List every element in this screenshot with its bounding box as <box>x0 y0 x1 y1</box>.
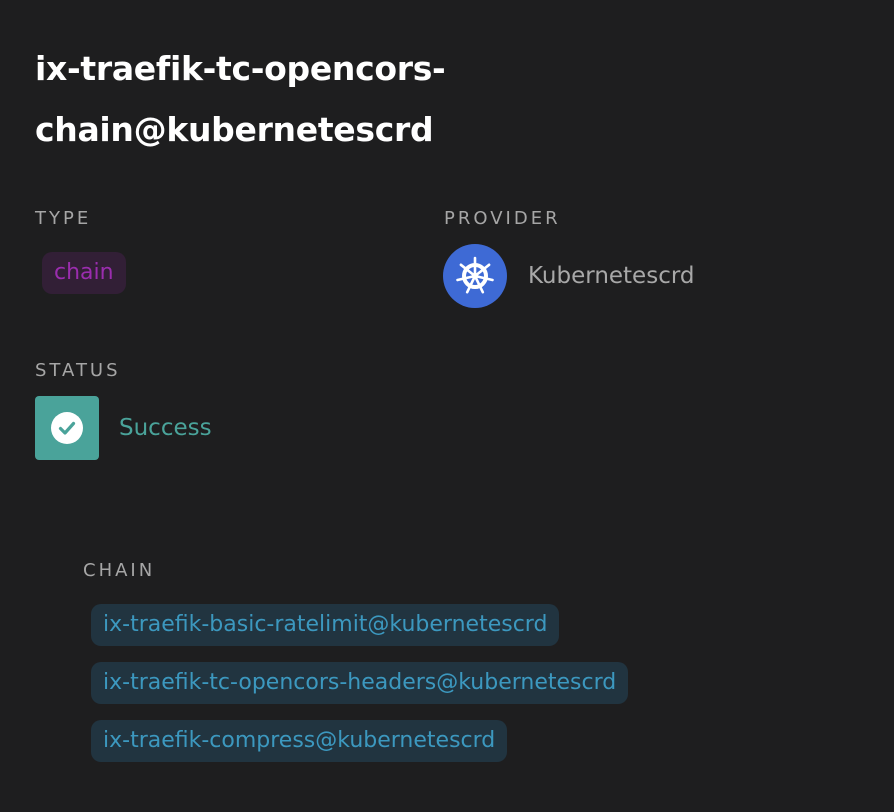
page-title: ix-traefik-tc-opencors-chain@kubernetesc… <box>35 49 446 149</box>
chain-item[interactable]: ix-traefik-basic-ratelimit@kubernetescrd <box>91 604 560 646</box>
type-badge: chain <box>42 252 126 294</box>
kubernetes-icon <box>443 244 507 308</box>
status-label: STATUS <box>35 360 121 381</box>
type-label: TYPE <box>35 208 92 229</box>
chain-item[interactable]: ix-traefik-tc-opencors-headers@kubernete… <box>91 662 629 704</box>
provider-label: PROVIDER <box>444 208 561 229</box>
chain-label: CHAIN <box>83 560 156 581</box>
chain-item[interactable]: ix-traefik-compress@kubernetescrd <box>91 720 508 762</box>
status-value: Success <box>119 415 212 441</box>
check-icon <box>35 396 99 460</box>
provider-name: Kubernetescrd <box>528 263 695 289</box>
